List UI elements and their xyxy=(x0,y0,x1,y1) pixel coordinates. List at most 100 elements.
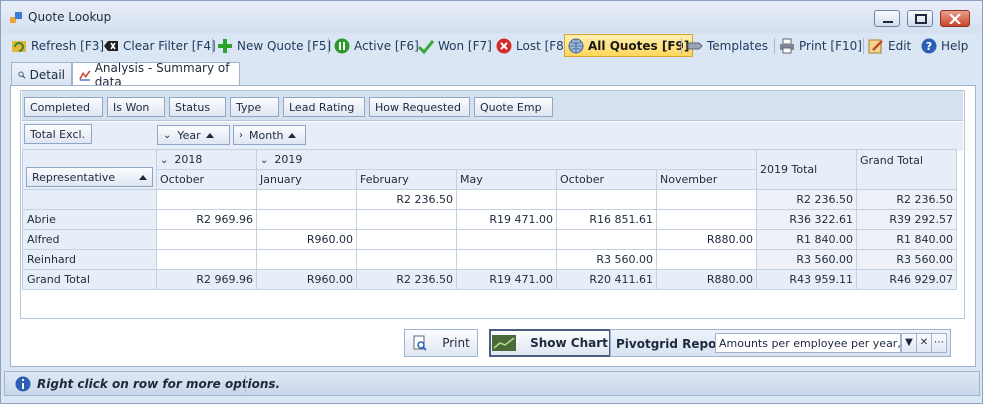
cell[interactable]: R20 411.61 xyxy=(556,269,657,290)
cell[interactable] xyxy=(156,229,257,250)
filter-field-how-requested[interactable]: How Requested xyxy=(369,97,470,117)
show-chart-button[interactable]: Show Chart xyxy=(489,329,611,357)
cell[interactable] xyxy=(356,229,457,250)
grand-total-cell[interactable]: R3 560.00 xyxy=(856,249,957,270)
all-quotes-button[interactable]: All Quotes [F9] xyxy=(564,34,694,57)
cell[interactable] xyxy=(556,189,657,210)
table-row[interactable]: Reinhard R3 560.00 R3 560.00 R3 560.00 xyxy=(22,249,957,270)
cell[interactable]: R880.00 xyxy=(656,229,757,250)
grand-total-cell[interactable]: R1 840.00 xyxy=(856,229,957,250)
grand-total-cell[interactable]: R39 292.57 xyxy=(856,209,957,230)
edit-icon xyxy=(868,39,883,53)
month-header[interactable]: October xyxy=(556,169,657,190)
cell[interactable]: R19 471.00 xyxy=(456,269,557,290)
cell[interactable] xyxy=(256,249,357,270)
print-button[interactable]: Print xyxy=(404,329,478,357)
magnifier-icon xyxy=(18,71,26,79)
data-field-total-excl[interactable]: Total Excl. xyxy=(24,124,92,144)
filter-field-lead-rating[interactable]: Lead Rating xyxy=(283,97,365,117)
lost-button[interactable]: Lost [F8] xyxy=(496,34,569,57)
cell[interactable] xyxy=(456,249,557,270)
cell[interactable]: R16 851.61 xyxy=(556,209,657,230)
year-total-cell[interactable]: R3 560.00 xyxy=(756,249,857,270)
row-header[interactable] xyxy=(22,189,157,210)
print-toolbar-button[interactable]: Print [F10] xyxy=(779,34,862,57)
won-button[interactable]: Won [F7] xyxy=(418,34,492,57)
column-field-month[interactable]: › Month xyxy=(233,125,306,145)
grand-total-row[interactable]: Grand Total R2 969.96 R960.00 R2 236.50 … xyxy=(22,269,957,290)
cell[interactable] xyxy=(556,229,657,250)
cell[interactable] xyxy=(456,229,557,250)
year-total-cell[interactable]: R1 840.00 xyxy=(756,229,857,250)
cell[interactable] xyxy=(356,209,457,230)
maximize-button[interactable] xyxy=(907,10,933,27)
clear-filter-button[interactable]: Clear Filter [F4] xyxy=(103,34,216,57)
pivot-header-row-years: Representative ⌄ 2018 ⌄ 2019 2019 Total Gr… xyxy=(22,149,957,190)
row-header[interactable]: Reinhard xyxy=(22,249,157,270)
minimize-button[interactable] xyxy=(874,10,900,27)
year-header-2018[interactable]: ⌄ 2018 xyxy=(156,149,257,170)
templates-button[interactable]: Templates xyxy=(687,34,768,57)
grand-total-row-header[interactable]: Grand Total xyxy=(22,269,157,290)
row-header[interactable]: Abrie xyxy=(22,209,157,230)
analysis-panel: Completed Is Won Status Type Lead Rating… xyxy=(10,85,976,367)
year-total-cell[interactable]: R43 959.11 xyxy=(756,269,857,290)
cell[interactable] xyxy=(156,189,257,210)
cell[interactable] xyxy=(456,189,557,210)
table-row[interactable]: Alfred R960.00 R880.00 R1 840.00 R1 840.… xyxy=(22,229,957,250)
cell[interactable]: R2 969.96 xyxy=(156,209,257,230)
tab-detail-label: Detail xyxy=(29,67,65,82)
active-button[interactable]: Active [F6] xyxy=(334,34,419,57)
globe-icon xyxy=(568,38,584,53)
cell[interactable]: R880.00 xyxy=(656,269,757,290)
month-header[interactable]: May xyxy=(456,169,557,190)
status-text: Right click on row for more options. xyxy=(37,377,281,391)
grand-total-cell[interactable]: R2 236.50 xyxy=(856,189,957,210)
cell[interactable] xyxy=(656,209,757,230)
table-row[interactable]: Abrie R2 969.96 R19 471.00 R16 851.61 R3… xyxy=(22,209,957,230)
pivotgrid-report-select[interactable]: Amounts per employee per year,... xyxy=(715,333,901,353)
row-field-representative[interactable]: Representative xyxy=(22,149,157,190)
cell[interactable] xyxy=(156,249,257,270)
tab-detail[interactable]: Detail xyxy=(11,62,72,86)
edit-button[interactable]: Edit xyxy=(868,34,911,57)
cell[interactable] xyxy=(656,189,757,210)
row-header[interactable]: Alfred xyxy=(22,229,157,250)
month-header[interactable]: October xyxy=(156,169,257,190)
report-more-button[interactable]: ⋯ xyxy=(931,333,947,353)
year-total-cell[interactable]: R36 322.61 xyxy=(756,209,857,230)
cell[interactable]: R2 969.96 xyxy=(156,269,257,290)
filter-field-quote-emp[interactable]: Quote Emp xyxy=(474,97,553,117)
tab-analysis[interactable]: Analysis - Summary of data xyxy=(72,61,240,89)
cell[interactable]: R960.00 xyxy=(256,269,357,290)
cell[interactable] xyxy=(356,249,457,270)
report-dropdown-button[interactable]: ▼ xyxy=(901,333,917,353)
filter-field-status[interactable]: Status xyxy=(169,97,226,117)
cell[interactable]: R960.00 xyxy=(256,229,357,250)
month-header[interactable]: February xyxy=(356,169,457,190)
filter-field-completed[interactable]: Completed xyxy=(24,97,103,117)
filter-field-type[interactable]: Type xyxy=(230,97,279,117)
cell[interactable] xyxy=(256,189,357,210)
new-quote-button[interactable]: New Quote [F5] xyxy=(217,34,331,57)
cell[interactable] xyxy=(256,209,357,230)
cell[interactable]: R19 471.00 xyxy=(456,209,557,230)
grand-total-cell[interactable]: R46 929.07 xyxy=(856,269,957,290)
close-button[interactable] xyxy=(940,10,970,27)
help-button[interactable]: ? Help xyxy=(921,34,968,57)
column-field-year[interactable]: ⌄ Year xyxy=(157,125,230,145)
cell[interactable] xyxy=(656,249,757,270)
chevron-right-icon: › xyxy=(239,129,243,141)
month-header[interactable]: November xyxy=(656,169,757,190)
cell[interactable]: R3 560.00 xyxy=(556,249,657,270)
refresh-button[interactable]: Refresh [F3] xyxy=(11,34,104,57)
year-total-cell[interactable]: R2 236.50 xyxy=(756,189,857,210)
cell[interactable]: R2 236.50 xyxy=(356,189,457,210)
cell[interactable]: R2 236.50 xyxy=(356,269,457,290)
year-header-2019[interactable]: ⌄ 2019 xyxy=(256,149,757,170)
filter-field-is-won[interactable]: Is Won xyxy=(107,97,165,117)
month-header[interactable]: January xyxy=(256,169,357,190)
templates-label: Templates xyxy=(707,38,769,53)
table-row[interactable]: R2 236.50 R2 236.50 R2 236.50 xyxy=(22,189,957,210)
report-clear-button[interactable]: ✕ xyxy=(916,333,932,353)
